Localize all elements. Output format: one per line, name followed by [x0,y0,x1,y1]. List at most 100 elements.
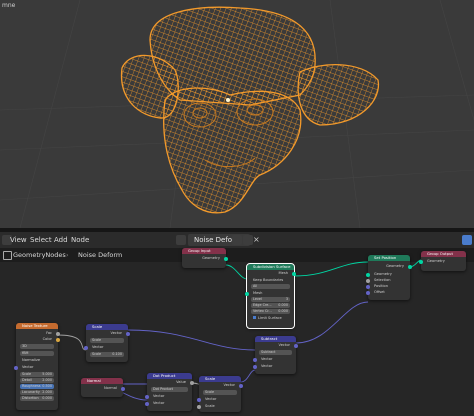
node-header[interactable]: Scale [199,376,241,382]
socket-vector[interactable] [294,344,298,348]
node-header[interactable]: Group Input [182,248,226,254]
socket-vector[interactable] [239,384,243,388]
socket-normal[interactable] [121,387,125,391]
node-noise-texture[interactable]: Noise Texture Fac Color 3D fBM Normalize… [14,323,60,410]
field-value: 3 [285,297,288,301]
field-label: Roughness [22,384,41,388]
socket-label: Vector [205,397,217,401]
socket-color[interactable] [56,338,60,342]
socket-geometry[interactable] [419,260,423,264]
field-value: 0.000 [42,396,52,400]
socket-vector[interactable] [145,395,149,399]
socket-label: Geometry [386,264,404,268]
field-value: 0.500 [42,384,52,388]
node-header[interactable]: Subdivision Surface [247,264,294,270]
node-subtract[interactable]: Subtract Vector Subtract Vector Vector [253,336,298,374]
field-label: Distortion [22,396,39,400]
node-tree-icon[interactable] [176,235,186,245]
menu-select[interactable]: Select [30,236,52,244]
node-header[interactable]: Dot Product [147,373,192,379]
lacunarity-field[interactable]: Lacunarity 2.000 [20,390,54,395]
close-icon[interactable]: × [253,235,263,245]
socket-geometry[interactable] [224,257,228,261]
menu-add[interactable]: Add [54,236,68,244]
node-normal[interactable]: Normal Normal [81,378,125,397]
field-value: 0.000 [278,303,288,307]
scale-field[interactable]: Scale 0.100 [90,352,124,357]
node-group-output[interactable]: Group Output Geometry [419,251,466,271]
node-group-input[interactable]: Group Input Geometry [182,248,228,268]
normalize-checkbox[interactable]: Normalize [16,358,58,363]
field-label: Vertex Cr... [253,309,272,313]
limit-surface-checkbox[interactable]: Limit Surface [247,316,294,321]
breadcrumb: GeometryNodes › Noise Deform [0,248,140,262]
socket-position[interactable] [366,285,370,289]
socket-label: Scale [205,404,215,408]
node-header[interactable]: Scale [86,324,128,330]
overlay-icon[interactable] [462,235,472,245]
node-scale-2[interactable]: Scale Vector Scale Vector Scale [197,376,243,412]
socket-selection[interactable] [366,279,370,283]
socket-vector[interactable] [84,346,88,350]
node-header[interactable]: Set Position [368,255,410,261]
dimensions-dropdown[interactable]: 3D [20,344,54,349]
node-subdivision-surface[interactable]: Subdivision Surface Mesh Keep Boundaries… [245,263,296,329]
breadcrumb-item[interactable]: GeometryNodes [13,251,66,259]
fake-user-icon[interactable] [232,235,242,245]
checkbox-icon[interactable] [253,316,256,319]
socket-label: Position [374,284,388,288]
socket-vector[interactable] [253,365,257,369]
monkey-mesh[interactable] [120,6,380,214]
socket-value[interactable] [190,381,194,385]
socket-label: Value [176,380,186,384]
pin-icon[interactable] [264,235,274,245]
socket-scale[interactable] [197,405,201,409]
socket-vector[interactable] [126,332,130,336]
socket-label: Vector [153,401,165,405]
menu-node[interactable]: Node [71,236,89,244]
option-label: Keep Boundaries [253,278,284,282]
socket-label: Mesh [253,291,263,295]
operation-dropdown[interactable]: Subtract [259,350,292,355]
uv-smooth-dropdown[interactable]: All [251,284,290,289]
vertex-crease-field[interactable]: Vertex Cr... 0.000 [251,309,290,314]
socket-geometry[interactable] [408,265,412,269]
distortion-field[interactable]: Distortion 0.000 [20,396,54,401]
level-field[interactable]: Level 3 [251,297,290,302]
menu-view[interactable]: View [10,236,27,244]
operation-dropdown[interactable]: Scale [203,390,237,395]
node-set-position[interactable]: Set Position Geometry Geometry Selection… [366,255,412,300]
socket-vector[interactable] [253,358,257,362]
socket-vector[interactable] [145,402,149,406]
basis-dropdown[interactable]: fBM [20,351,54,356]
node-header[interactable]: Normal [81,378,123,384]
socket-geometry[interactable] [245,292,249,296]
socket-label: Mesh [278,271,288,275]
socket-geometry[interactable] [366,273,370,277]
modifier-icon [3,251,12,260]
node-header[interactable]: Subtract [255,336,296,342]
node-scale[interactable]: Scale Vector Scale Vector Scale 0.100 [84,324,130,362]
socket-vector[interactable] [14,366,18,370]
socket-fac[interactable] [56,332,60,336]
socket-geometry[interactable] [292,272,296,276]
breadcrumb-item[interactable]: Noise Deform [78,251,122,259]
socket-vector[interactable] [197,398,201,402]
edge-crease-field[interactable]: Edge Cre... 0.000 [251,303,290,308]
socket-offset[interactable] [366,291,370,295]
operation-dropdown[interactable]: Scale [90,338,124,343]
breadcrumb-separator: › [66,251,69,259]
scale-field[interactable]: Scale 5.000 [20,372,54,377]
socket-label: Geometry [374,272,392,276]
field-value: 0.000 [278,309,288,313]
roughness-field[interactable]: Roughness 0.500 [20,384,54,389]
detail-field[interactable]: Detail 2.000 [20,378,54,383]
duplicate-icon[interactable] [243,235,253,245]
operation-dropdown[interactable]: Dot Product [151,387,188,392]
node-header[interactable]: Noise Texture [16,323,58,329]
node-header[interactable]: Group Output [421,251,466,257]
3d-viewport[interactable]: mne [0,0,474,228]
socket-label: Vector [261,364,273,368]
node-dot-product[interactable]: Dot Product Value Dot Product Vector Vec… [145,373,194,411]
field-label: Detail [22,378,32,382]
